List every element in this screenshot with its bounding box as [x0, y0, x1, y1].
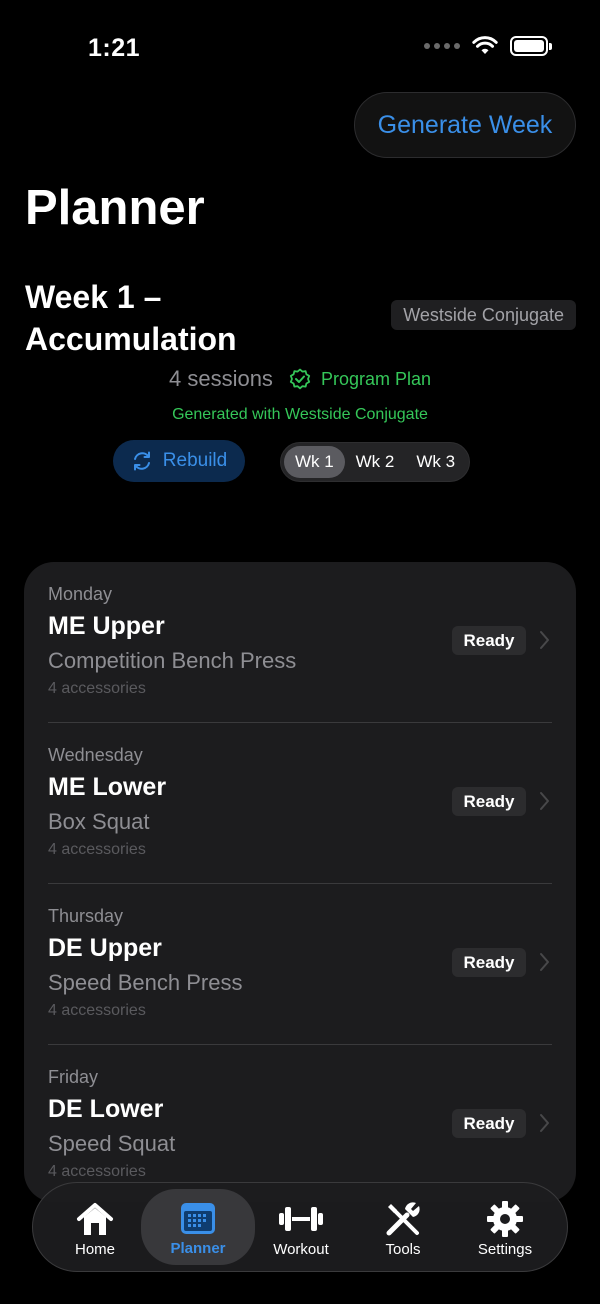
chevron-right-icon: [540, 1114, 549, 1132]
session-title: ME Upper: [48, 612, 165, 640]
status-badge: Ready: [452, 626, 526, 655]
status-badge: Ready: [452, 948, 526, 977]
session-accessories: 4 accessories: [48, 680, 146, 697]
gear-icon: [487, 1201, 523, 1237]
generate-week-button[interactable]: Generate Week: [354, 92, 576, 158]
tab-tools[interactable]: Tools: [355, 1193, 451, 1263]
session-accessories: 4 accessories: [48, 841, 146, 858]
tab-home[interactable]: Home: [47, 1193, 143, 1263]
sessions-card: Monday ME Upper Competition Bench Press …: [24, 562, 576, 1202]
week-meta: 4 sessions Program Plan: [0, 366, 600, 392]
tab-label: Workout: [273, 1241, 329, 1258]
session-main-lift: Box Squat: [48, 809, 150, 834]
rebuild-button[interactable]: Rebuild: [113, 440, 245, 482]
status-icons: [424, 36, 552, 56]
battery-icon: [510, 36, 552, 56]
session-title: DE Upper: [48, 934, 162, 962]
session-day: Monday: [48, 584, 113, 604]
wifi-icon: [472, 36, 498, 54]
session-day: Friday: [48, 1067, 99, 1087]
session-accessories: 4 accessories: [48, 1163, 146, 1180]
tab-settings[interactable]: Settings: [457, 1193, 553, 1263]
dumbbell-icon: [279, 1207, 323, 1231]
rebuild-label: Rebuild: [162, 450, 228, 471]
tab-week-3[interactable]: Wk 3: [405, 446, 466, 478]
chevron-right-icon: [540, 631, 549, 649]
week-segmented-control: Wk 1 Wk 2 Wk 3: [280, 442, 470, 482]
house-icon: [77, 1203, 113, 1235]
session-main-lift: Competition Bench Press: [48, 648, 297, 673]
session-row-thursday[interactable]: Thursday DE Upper Speed Bench Press 4 ac…: [48, 884, 552, 1045]
chevron-right-icon: [540, 953, 549, 971]
program-chip: Westside Conjugate: [391, 300, 576, 330]
tools-icon: [386, 1202, 420, 1236]
refresh-icon: [133, 451, 150, 471]
tab-label: Planner: [170, 1240, 226, 1257]
tab-workout[interactable]: Workout: [253, 1193, 349, 1263]
week-title: Week 1 – Accumulation: [25, 279, 237, 357]
session-row-wednesday[interactable]: Wednesday ME Lower Box Squat 4 accessori…: [48, 723, 552, 884]
verified-badge-icon: [289, 368, 311, 390]
tab-label: Home: [74, 1241, 115, 1258]
session-title: DE Lower: [48, 1095, 164, 1123]
status-badge: Ready: [452, 787, 526, 816]
session-row-monday[interactable]: Monday ME Upper Competition Bench Press …: [48, 562, 552, 723]
session-day: Wednesday: [48, 745, 143, 765]
session-accessories: 4 accessories: [48, 1002, 146, 1019]
session-row-friday[interactable]: Friday DE Lower Speed Squat 4 accessorie…: [48, 1045, 552, 1202]
calendar-icon: [181, 1203, 215, 1234]
page-title: Planner: [25, 181, 205, 235]
tab-week-1[interactable]: Wk 1: [284, 446, 345, 478]
status-bar: 1:21: [0, 0, 600, 96]
session-title: ME Lower: [48, 773, 167, 801]
cellular-signal-icon: [424, 43, 460, 49]
program-plan-label: Program Plan: [320, 368, 431, 389]
status-badge: Ready: [452, 1109, 526, 1138]
tab-week-2[interactable]: Wk 2: [345, 446, 406, 478]
tab-bar: Home Planner Workout Tools Settings: [32, 1182, 568, 1272]
chevron-right-icon: [540, 792, 549, 810]
session-main-lift: Speed Bench Press: [48, 970, 243, 995]
tab-label: Tools: [385, 1241, 421, 1258]
sessions-count: 4 sessions: [168, 366, 273, 391]
session-day: Thursday: [48, 906, 124, 926]
generated-with-text: Generated with Westside Conjugate: [172, 406, 428, 423]
tab-label: Settings: [477, 1241, 533, 1258]
status-time: 1:21: [88, 34, 141, 62]
session-main-lift: Speed Squat: [48, 1131, 176, 1156]
tab-planner[interactable]: Planner: [141, 1189, 255, 1265]
